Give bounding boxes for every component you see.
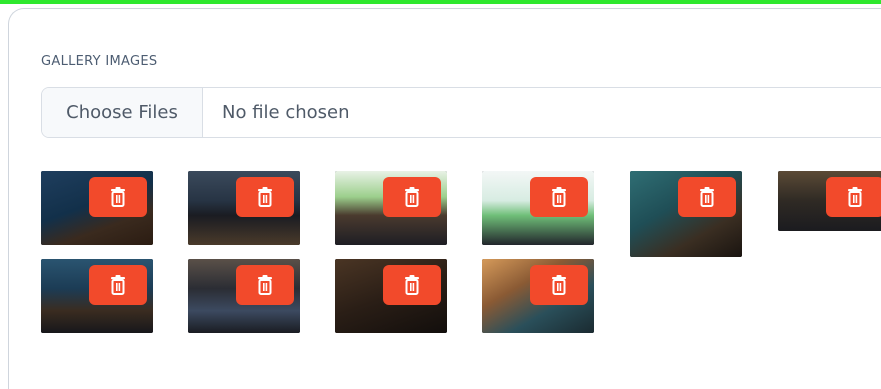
file-status-text: No file chosen [222, 102, 350, 123]
gallery-thumbnail [41, 171, 153, 245]
gallery-images-label: GALLERY IMAGES [41, 54, 158, 69]
trash-icon [405, 187, 419, 207]
trash-icon [552, 187, 566, 207]
delete-image-button[interactable] [826, 177, 881, 217]
gallery-thumbnail [188, 259, 300, 333]
delete-image-button[interactable] [678, 177, 736, 217]
gallery-thumbnail [482, 171, 594, 245]
trash-icon [405, 275, 419, 295]
delete-image-button[interactable] [89, 265, 147, 305]
trash-icon [700, 187, 714, 207]
delete-image-button[interactable] [89, 177, 147, 217]
delete-image-button[interactable] [383, 265, 441, 305]
gallery-thumbnail [482, 259, 594, 333]
trash-icon [258, 275, 272, 295]
gallery-file-input[interactable]: Choose Files No file chosen [41, 87, 881, 138]
trash-icon [848, 187, 862, 207]
gallery-thumbnail [335, 259, 447, 333]
gallery-thumbnail [188, 171, 300, 245]
delete-image-button[interactable] [236, 177, 294, 217]
gallery-thumbnail [335, 171, 447, 245]
top-accent-bar [0, 0, 881, 4]
delete-image-button[interactable] [236, 265, 294, 305]
gallery-thumbnail [41, 259, 153, 333]
trash-icon [258, 187, 272, 207]
delete-image-button[interactable] [530, 177, 588, 217]
gallery-thumbnail [778, 171, 881, 231]
choose-files-button[interactable]: Choose Files [42, 88, 203, 137]
delete-image-button[interactable] [530, 265, 588, 305]
delete-image-button[interactable] [383, 177, 441, 217]
gallery-thumbnail [630, 171, 742, 257]
trash-icon [552, 275, 566, 295]
trash-icon [111, 187, 125, 207]
trash-icon [111, 275, 125, 295]
